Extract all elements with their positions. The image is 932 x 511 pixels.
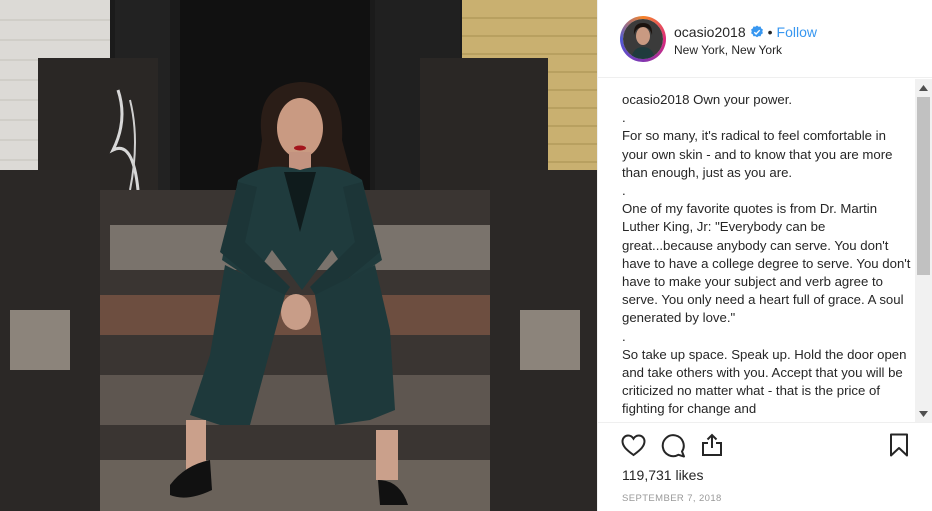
caption-scrollbar[interactable] <box>915 79 932 422</box>
post-actions: 119,731 likes SEPTEMBER 7, 2018 <box>598 422 932 511</box>
location-link[interactable]: New York, New York <box>674 43 782 57</box>
separator-dot: • <box>767 24 773 40</box>
username-link[interactable]: ocasio2018 <box>674 24 746 40</box>
photo-illustration <box>0 0 597 511</box>
caption-area[interactable]: ocasio2018 Own your power. . For so many… <box>598 79 932 422</box>
caption-line: ocasio2018 Own your power. <box>622 91 912 109</box>
comment-icon <box>661 433 685 457</box>
user-line: ocasio2018 • Follow <box>674 23 817 41</box>
caption-text: Own your power. <box>693 92 793 107</box>
like-button[interactable] <box>620 432 646 458</box>
caption-line: . <box>622 183 626 199</box>
verified-badge-icon <box>750 25 763 38</box>
post-photo[interactable] <box>0 0 597 511</box>
caption-line: . <box>622 110 626 126</box>
post-side-panel: ocasio2018 • Follow New York, New York o… <box>597 0 932 511</box>
post-header: ocasio2018 • Follow New York, New York <box>598 0 932 78</box>
follow-button[interactable]: Follow <box>777 24 817 40</box>
caption-line: For so many, it's radical to feel comfor… <box>622 128 897 180</box>
scroll-down-arrow-icon[interactable] <box>915 405 932 422</box>
caption: ocasio2018 Own your power. . For so many… <box>622 91 912 419</box>
bookmark-icon <box>890 433 908 457</box>
scroll-up-arrow-icon[interactable] <box>915 79 932 96</box>
avatar[interactable] <box>620 16 666 62</box>
caption-line: . <box>622 328 626 344</box>
caption-line: One of my favorite quotes is from Dr. Ma… <box>622 201 915 326</box>
share-button[interactable] <box>699 432 725 458</box>
share-icon <box>702 433 722 456</box>
caption-username[interactable]: ocasio2018 <box>622 92 689 107</box>
comment-button[interactable] <box>660 432 686 458</box>
caption-line: So take up space. Speak up. Hold the doo… <box>622 346 911 417</box>
save-button[interactable] <box>886 432 912 458</box>
post-date[interactable]: SEPTEMBER 7, 2018 <box>622 493 722 504</box>
scrollbar-thumb[interactable] <box>917 97 930 275</box>
heart-icon <box>620 433 646 456</box>
avatar-image <box>623 19 663 59</box>
like-count[interactable]: 119,731 likes <box>622 467 703 483</box>
